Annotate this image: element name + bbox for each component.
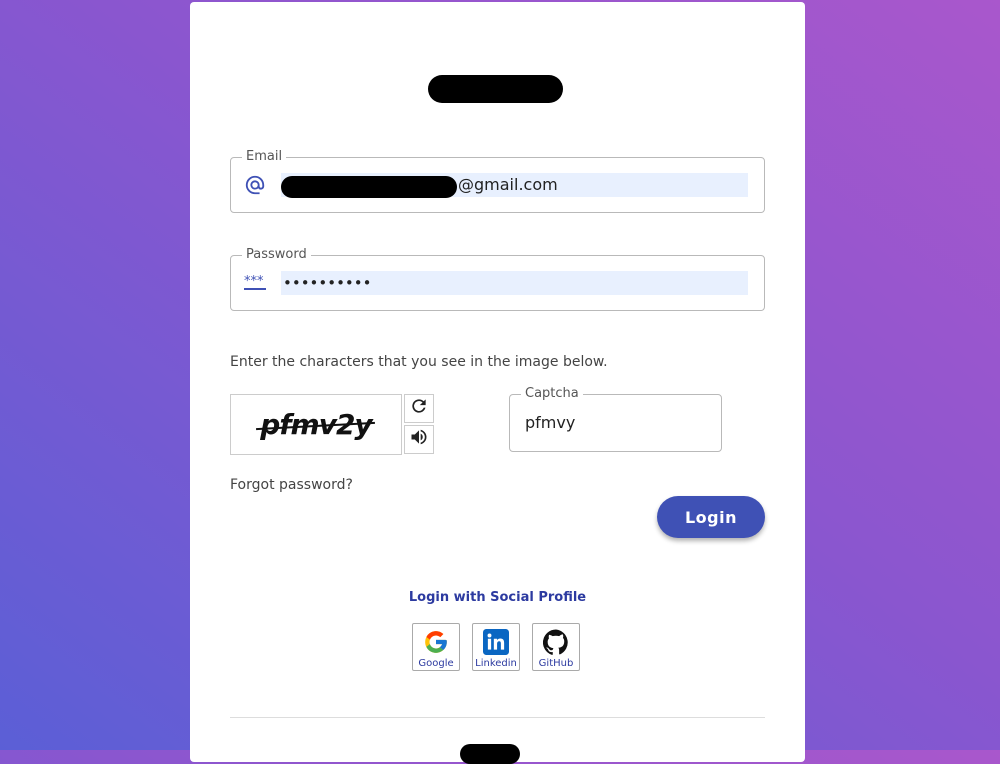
email-redacted xyxy=(281,176,457,198)
email-label: Email xyxy=(242,149,287,164)
google-login-button[interactable]: Google xyxy=(412,623,460,671)
divider xyxy=(230,717,765,718)
email-input[interactable]: @gmail.com xyxy=(281,173,748,198)
refresh-icon xyxy=(409,396,429,421)
google-icon xyxy=(423,629,449,655)
svg-text:***: *** xyxy=(244,274,264,289)
password-field[interactable]: Password *** •••••••••• xyxy=(230,247,765,311)
captcha-refresh-button[interactable] xyxy=(404,394,434,423)
captcha-input[interactable]: pfmvy xyxy=(525,413,575,432)
captcha-prompt: Enter the characters that you see in the… xyxy=(230,354,608,370)
password-label: Password xyxy=(242,247,311,262)
captcha-label: Captcha xyxy=(521,386,583,401)
forgot-password-link[interactable]: Forgot password? xyxy=(230,477,353,493)
github-login-button[interactable]: GitHub xyxy=(532,623,580,671)
email-field[interactable]: Email @gmail.com xyxy=(230,149,765,213)
footer-redacted xyxy=(460,744,520,764)
password-input[interactable]: •••••••••• xyxy=(281,271,748,295)
speaker-icon xyxy=(409,427,429,452)
social-login-heading: Login with Social Profile xyxy=(408,590,587,605)
at-icon xyxy=(243,171,267,199)
captcha-image: pfmv2y xyxy=(230,394,402,455)
captcha-field[interactable]: Captcha pfmvy xyxy=(509,386,722,452)
logo-redacted xyxy=(428,75,563,103)
captcha-audio-button[interactable] xyxy=(404,425,434,454)
linkedin-login-button[interactable]: Linkedin xyxy=(472,623,520,671)
password-value: •••••••••• xyxy=(283,274,372,292)
linkedin-icon xyxy=(483,629,509,655)
linkedin-label: Linkedin xyxy=(475,658,517,669)
login-card: Email @gmail.com Password *** ••••••••••… xyxy=(190,2,805,764)
password-icon: *** xyxy=(243,269,267,297)
google-label: Google xyxy=(418,658,454,669)
github-label: GitHub xyxy=(538,658,574,669)
email-domain-text: @gmail.com xyxy=(458,175,558,194)
github-icon xyxy=(543,629,569,655)
login-button[interactable]: Login xyxy=(657,496,765,538)
